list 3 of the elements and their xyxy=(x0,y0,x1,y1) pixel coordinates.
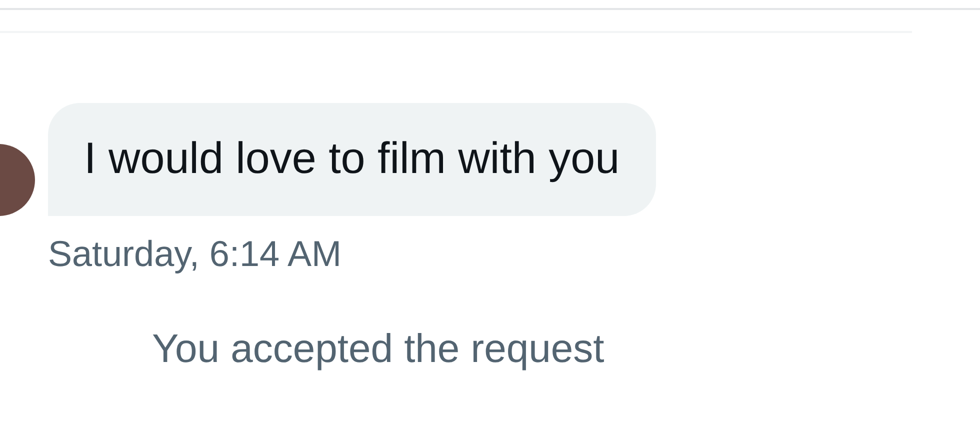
system-notice: You accepted the request xyxy=(152,326,606,373)
message-timestamp: Saturday, 6:14 AM xyxy=(48,232,343,276)
message-bubble: I would love to film with you xyxy=(48,103,656,216)
